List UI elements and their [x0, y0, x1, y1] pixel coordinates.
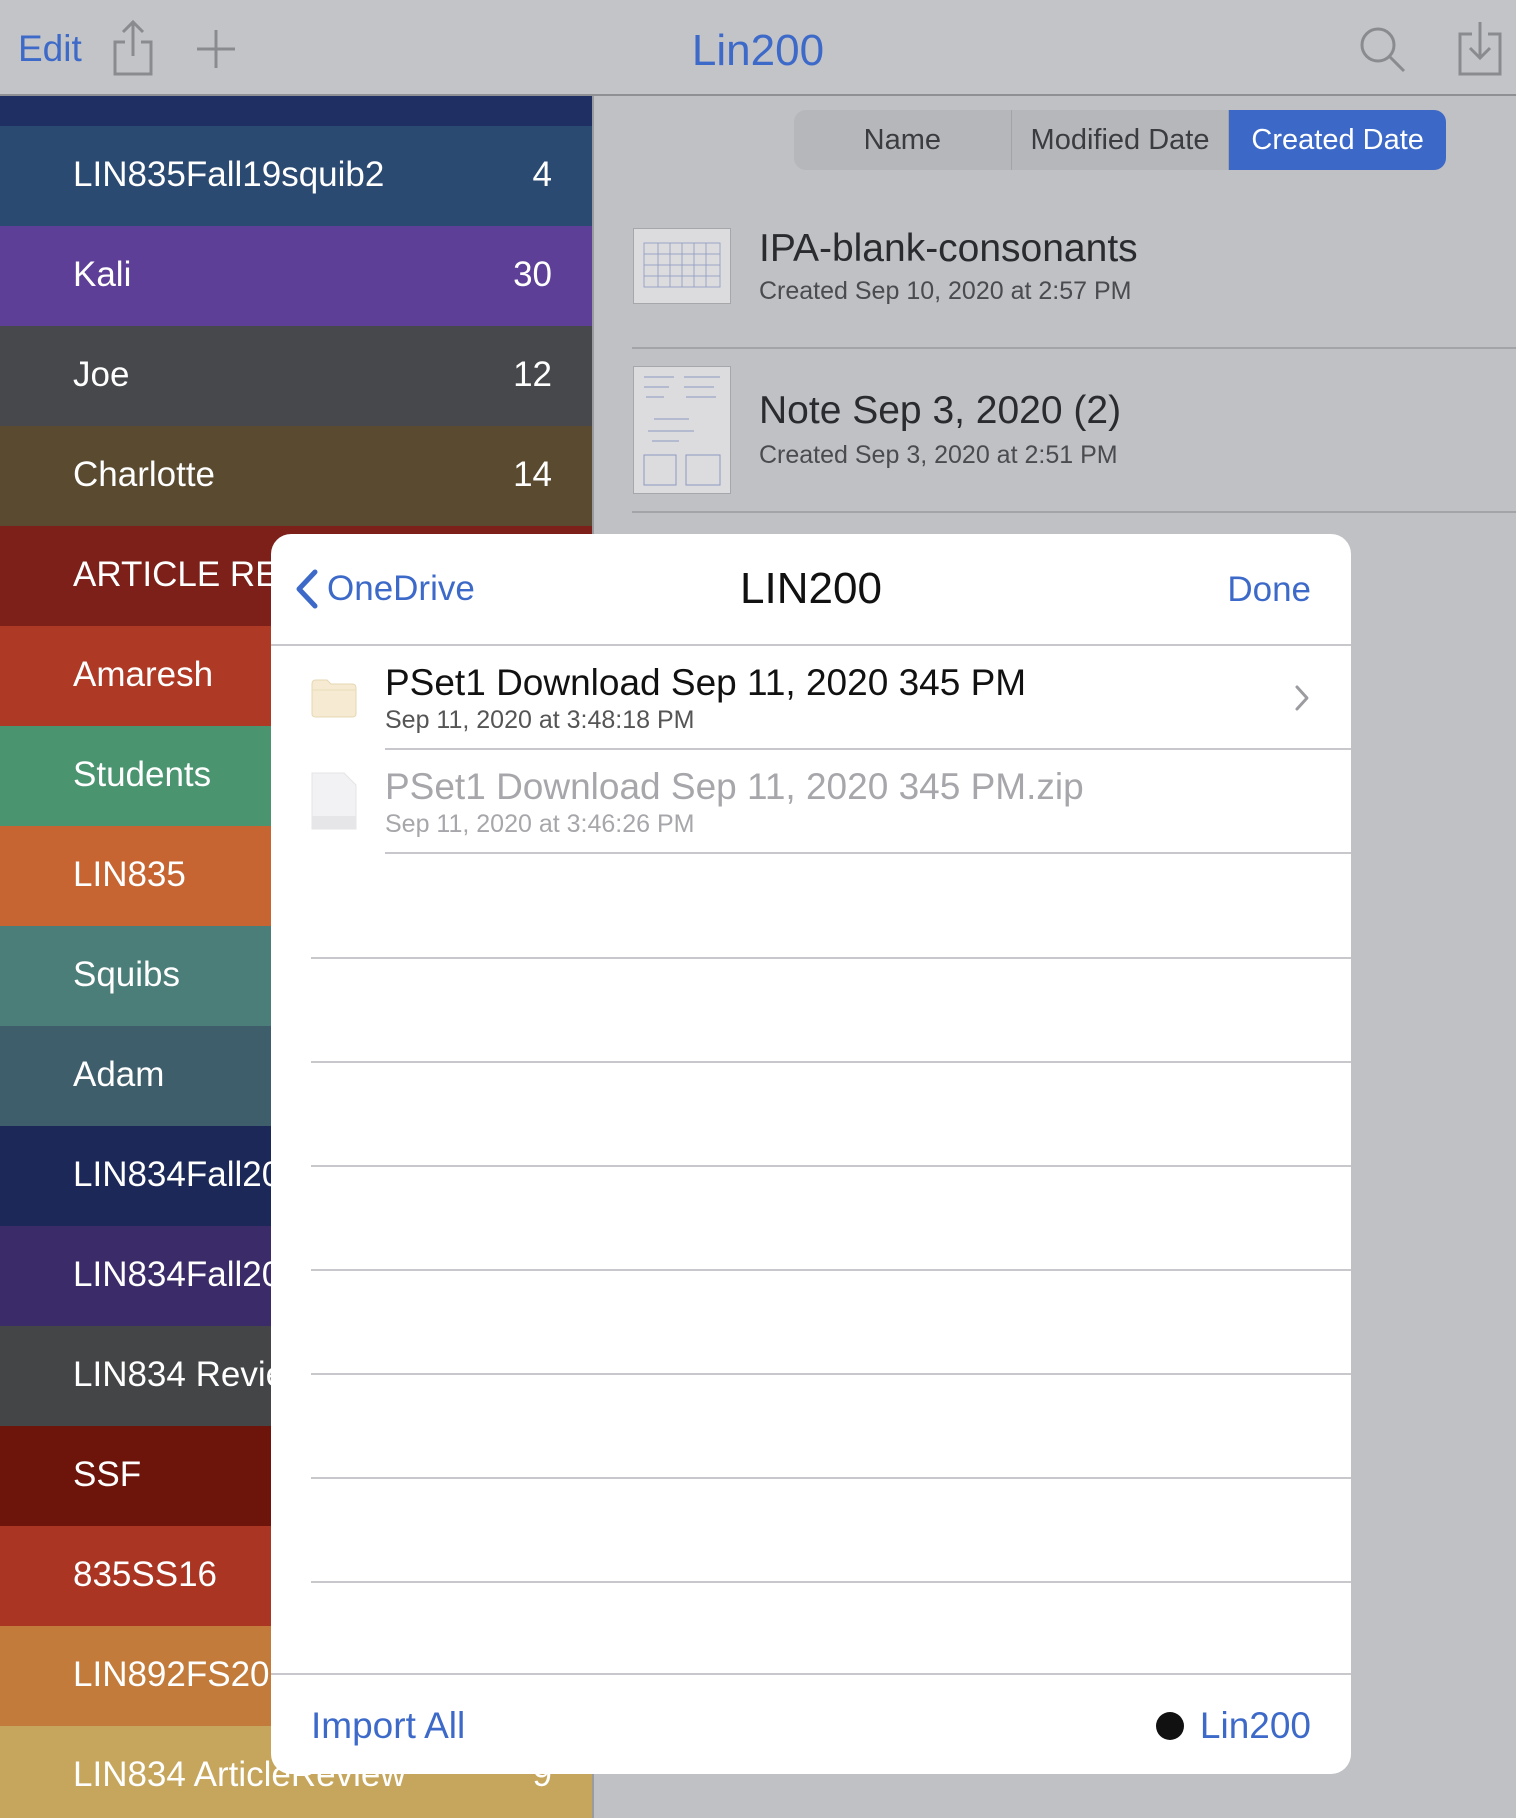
note-created-date: Created Sep 3, 2020 at 2:51 PM: [759, 441, 1118, 469]
note-title: Note Sep 3, 2020 (2): [759, 389, 1122, 432]
empty-row-separator: [311, 1477, 1351, 1479]
sidebar-item-count: 30: [513, 255, 552, 294]
sidebar-item[interactable]: LIN835Fall19squib2 4: [0, 126, 592, 226]
sidebar-item-label: Joe: [73, 355, 130, 394]
chevron-right-icon: [1293, 684, 1311, 717]
dialog-footer: Import All Lin200: [271, 1673, 1351, 1774]
empty-row-separator: [311, 1165, 1351, 1167]
note-title: IPA-blank-consonants: [759, 227, 1138, 270]
sidebar-item[interactable]: Joe 12: [0, 326, 592, 426]
sidebar-item-label: 835SS16: [73, 1555, 218, 1594]
sidebar-item-label: LIN834Fall20: [73, 1155, 282, 1194]
sidebar-item-label: LIN834 Revie: [73, 1355, 286, 1394]
sidebar-item-label: Kali: [73, 255, 132, 294]
import-all-button[interactable]: Import All: [311, 1705, 465, 1747]
destination-notebook-button[interactable]: Lin200: [1155, 1705, 1311, 1747]
sidebar-item-label: LIN835Fall19squib2: [73, 155, 385, 194]
sidebar-item-label: LIN834Fall20: [73, 1255, 282, 1294]
dialog-title: LIN200: [740, 564, 882, 613]
file-name: PSet1 Download Sep 11, 2020 345 PM: [385, 662, 1027, 703]
sort-by-name[interactable]: Name: [794, 110, 1011, 170]
search-icon[interactable]: [1352, 18, 1412, 78]
sidebar-item-label: Charlotte: [73, 455, 216, 494]
sidebar-item-label: LIN892FS201: [73, 1655, 289, 1694]
sidebar-item-count: 12: [513, 355, 552, 394]
note-created-date: Created Sep 10, 2020 at 2:57 PM: [759, 277, 1132, 305]
file-date: Sep 11, 2020 at 3:48:18 PM: [385, 706, 695, 734]
sort-by-created-date[interactable]: Created Date: [1228, 110, 1446, 170]
sidebar-item[interactable]: Kali 30: [0, 226, 592, 326]
empty-row-separator: [311, 1269, 1351, 1271]
note-item[interactable]: IPA-blank-consonants Created Sep 10, 202…: [632, 185, 1516, 349]
import-dialog: OneDrive LIN200 Done PSet1 Download Sep …: [271, 534, 1351, 1774]
top-toolbar: Edit Lin200: [0, 0, 1516, 96]
note-thumbnail: [633, 228, 731, 304]
sidebar-item-label: ARTICLE REV: [73, 555, 302, 594]
sidebar-item-count: 14: [513, 455, 552, 494]
empty-row-separator: [311, 1061, 1351, 1063]
file-date: Sep 11, 2020 at 3:46:26 PM: [385, 810, 695, 838]
file-name: PSet1 Download Sep 11, 2020 345 PM.zip: [385, 766, 1084, 807]
sort-control: Name Modified Date Created Date: [794, 110, 1446, 170]
dialog-header: OneDrive LIN200 Done: [271, 534, 1351, 646]
folder-icon: [311, 678, 357, 723]
sidebar-item-label: Adam: [73, 1055, 165, 1094]
sidebar-item-count: 4: [532, 155, 552, 194]
sort-by-modified-date[interactable]: Modified Date: [1010, 110, 1229, 170]
notebook-color-dot: [1155, 1712, 1184, 1740]
destination-label: Lin200: [1199, 1705, 1311, 1746]
note-item[interactable]: Note Sep 3, 2020 (2) Created Sep 3, 2020…: [632, 349, 1516, 513]
document-icon: [311, 772, 357, 835]
sidebar-item-label: Amaresh: [73, 655, 214, 694]
page-title: Lin200: [691, 26, 825, 75]
sidebar-top-strip: [0, 96, 592, 126]
sidebar-item[interactable]: Charlotte 14: [0, 426, 592, 526]
download-icon[interactable]: [1450, 18, 1510, 78]
file-row-folder[interactable]: PSet1 Download Sep 11, 2020 345 PM Sep 1…: [271, 646, 1351, 750]
empty-row-separator: [311, 957, 1351, 959]
empty-row-separator: [311, 1581, 1351, 1583]
sidebar-item-label: SSF: [73, 1455, 142, 1494]
done-button[interactable]: Done: [1227, 570, 1311, 610]
empty-row-separator: [311, 1373, 1351, 1375]
sidebar-item-label: Students: [73, 755, 212, 794]
sidebar-item-label: Squibs: [73, 955, 181, 994]
note-thumbnail: [633, 366, 731, 494]
file-row-zip: PSet1 Download Sep 11, 2020 345 PM.zip S…: [271, 750, 1351, 854]
sidebar-item-label: LIN835: [73, 855, 186, 894]
